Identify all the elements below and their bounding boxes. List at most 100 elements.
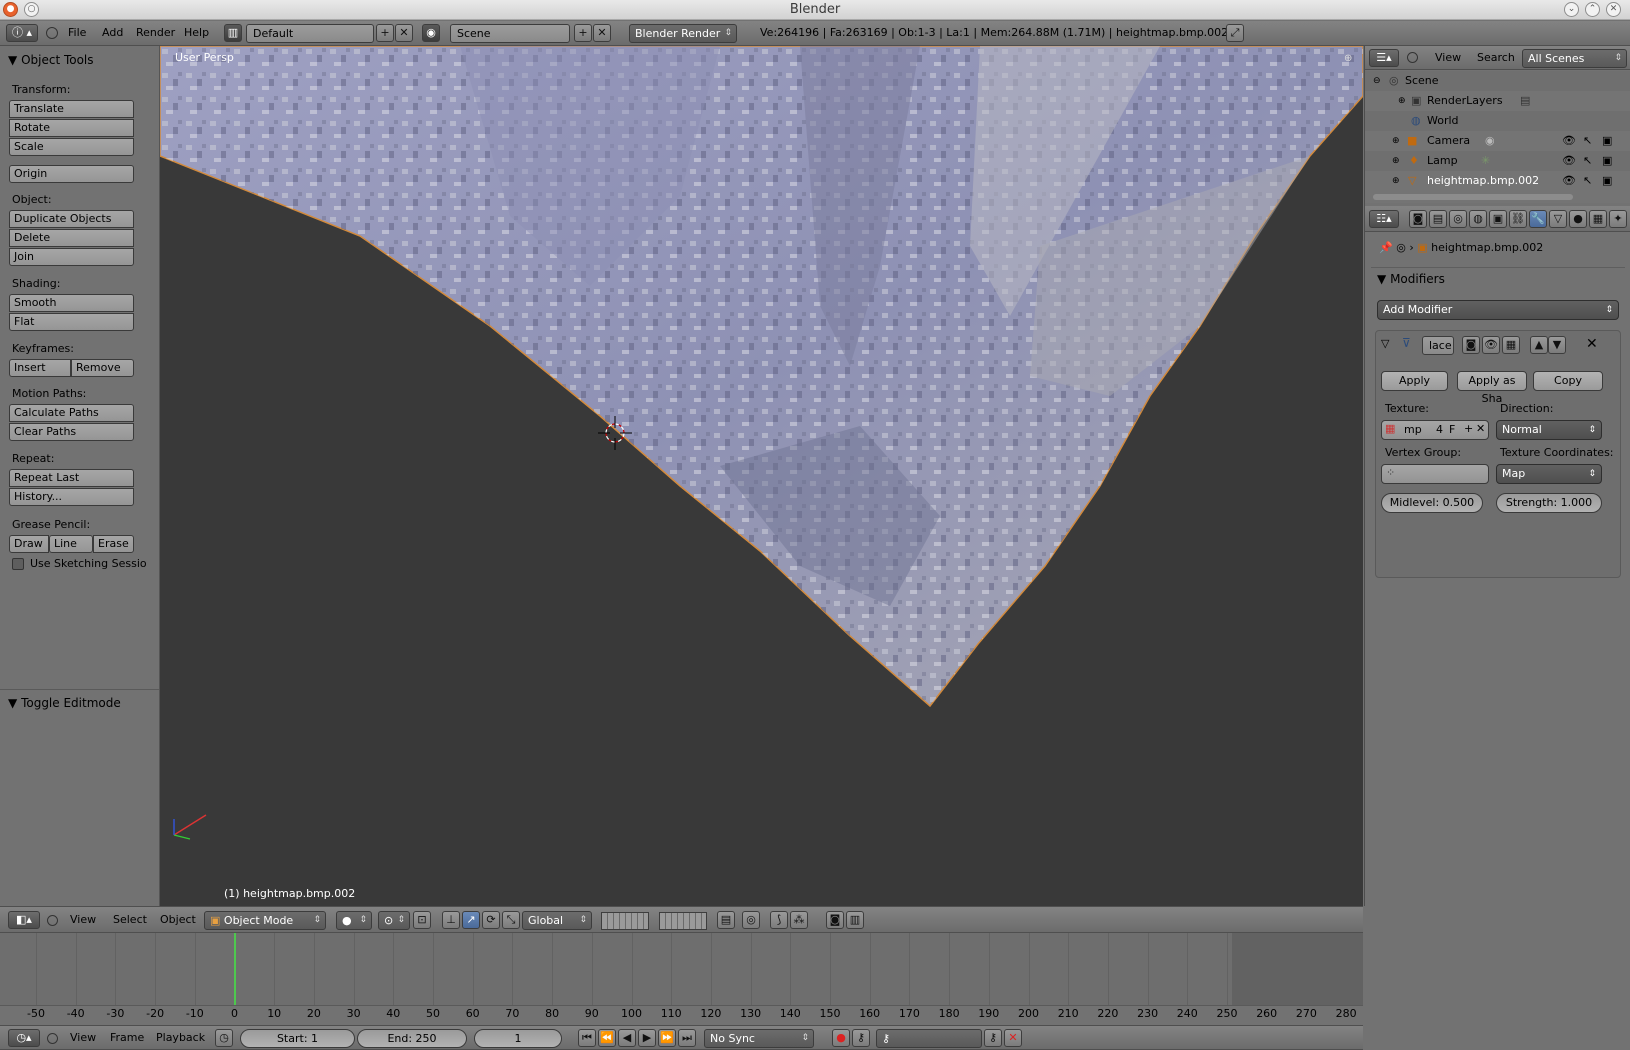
object-tab-icon[interactable]: ▣ <box>1489 210 1507 228</box>
unlink-texture-icon[interactable]: ✕ <box>1476 422 1485 435</box>
jump-end-icon[interactable]: ⏭ <box>678 1029 696 1047</box>
outliner-item-lamp[interactable]: ⊕ ♦ Lamp ✳ 👁 ↖ ▣ <box>1365 151 1630 171</box>
selectable-arrow-icon[interactable]: ↖ <box>1583 151 1592 171</box>
scene-tab-icon[interactable]: ◎ <box>1449 210 1467 228</box>
snap-element-icon[interactable]: ⁂ <box>790 911 808 929</box>
move-up-icon[interactable]: ▲ <box>1530 336 1548 354</box>
collapse-menus-icon[interactable] <box>46 27 58 39</box>
texture-selector[interactable]: ▦ mp 4 F + ✕ <box>1381 420 1489 440</box>
view3d-menu-view[interactable]: View <box>70 908 96 932</box>
pivot-point-dropdown[interactable]: ⊙ ⇕ <box>378 911 410 930</box>
flat-button[interactable]: Flat <box>9 313 134 331</box>
selectable-arrow-icon[interactable]: ↖ <box>1583 171 1592 191</box>
view3d-menu-select[interactable]: Select <box>113 908 147 932</box>
outliner-scrollbar[interactable] <box>1373 194 1573 200</box>
direction-dropdown[interactable]: Normal ⇕ <box>1496 420 1602 440</box>
expand-plus-icon[interactable]: ⊕ <box>1398 91 1406 111</box>
render-opengl-icon[interactable]: ◙ <box>826 911 844 929</box>
data-tab-icon[interactable]: ▽ <box>1549 210 1567 228</box>
translate-button[interactable]: Translate <box>9 100 134 118</box>
visibility-eye-icon[interactable]: 👁 <box>1562 151 1576 171</box>
insert-keyframe-button[interactable]: Insert <box>9 359 71 377</box>
editor-type-properties-icon[interactable]: ☷▴ <box>1369 210 1399 228</box>
remove-keyframe-button[interactable]: Remove <box>71 359 134 377</box>
remove-modifier-icon[interactable]: ✕ <box>1586 336 1598 352</box>
outliner-filter-dropdown[interactable]: All Scenes ⇕ <box>1522 49 1627 68</box>
vertex-group-field[interactable]: ⁘ <box>1381 464 1489 484</box>
toggle-editmode-panel-header[interactable]: ▼ Toggle Editmode <box>8 696 121 710</box>
translate-manipulator-icon[interactable]: ↗ <box>462 911 480 929</box>
modifier-realtime-icon[interactable]: 👁 <box>1482 336 1500 354</box>
end-frame-field[interactable]: End: 250 <box>357 1029 467 1048</box>
current-frame-field[interactable]: 1 <box>474 1029 562 1048</box>
selectable-arrow-icon[interactable]: ↖ <box>1583 131 1592 151</box>
3d-viewport[interactable]: User Persp ⊕ (1) heightmap.bmp.002 <box>160 46 1363 906</box>
viewport-corner-icon[interactable]: ⊕ <box>1344 53 1354 64</box>
grease-erase-button[interactable]: Erase <box>93 535 134 553</box>
outliner-menu-view[interactable]: View <box>1435 46 1461 70</box>
delete-keyframe-icon[interactable]: ✕ <box>1004 1029 1022 1047</box>
origin-button[interactable]: Origin <box>9 165 134 183</box>
outliner-menu-search[interactable]: Search <box>1477 46 1515 70</box>
sketching-session-checkbox[interactable] <box>12 558 24 570</box>
manipulate-center-icon[interactable]: ⊡ <box>413 911 431 929</box>
smooth-button[interactable]: Smooth <box>9 294 134 312</box>
apply-as-shape-button[interactable]: Apply as Sha <box>1457 371 1527 405</box>
expand-plus-icon[interactable]: ⊕ <box>1392 131 1400 151</box>
scene-layers-grid-b[interactable] <box>659 912 707 930</box>
manipulator-toggle-icon[interactable]: ⊥ <box>442 911 460 929</box>
window-menu-icon[interactable]: ○ <box>24 2 39 17</box>
maximize-icon[interactable]: ⌃ <box>1585 2 1600 17</box>
timeline-menu-frame[interactable]: Frame <box>110 1026 144 1050</box>
repeat-last-button[interactable]: Repeat Last <box>9 469 134 487</box>
rotate-manipulator-icon[interactable]: ⟳ <box>482 911 500 929</box>
collapse-menus-icon[interactable] <box>1407 52 1418 63</box>
renderable-camera-icon[interactable]: ▣ <box>1602 171 1612 191</box>
editor-type-3dview-icon[interactable]: ◧▴ <box>8 911 40 929</box>
add-scene-icon[interactable]: + <box>574 24 592 42</box>
add-layout-icon[interactable]: + <box>376 24 394 42</box>
modifiers-panel-header[interactable]: ▼ Modifiers <box>1377 272 1445 286</box>
current-frame-indicator[interactable] <box>234 933 236 1013</box>
visibility-eye-icon[interactable]: 👁 <box>1562 171 1576 191</box>
render-layers-tab-icon[interactable]: ▤ <box>1429 210 1447 228</box>
delete-scene-icon[interactable]: ✕ <box>593 24 611 42</box>
physics-tab-icon[interactable]: ✦ <box>1609 210 1627 228</box>
expand-minus-icon[interactable]: ⊖ <box>1373 71 1381 91</box>
modifier-render-icon[interactable]: ◙ <box>1462 336 1480 354</box>
prev-keyframe-icon[interactable]: ⏪ <box>598 1029 616 1047</box>
play-reverse-icon[interactable]: ◀ <box>618 1029 636 1047</box>
minimize-icon[interactable]: ⌄ <box>1564 2 1579 17</box>
scene-field[interactable]: Scene <box>450 24 570 43</box>
render-animation-icon[interactable]: ▥ <box>846 911 864 929</box>
scene-icon[interactable]: ◉ <box>422 24 440 42</box>
mode-dropdown[interactable]: ▣ Object Mode ⇕ <box>204 911 326 930</box>
screen-layout-field[interactable]: Default <box>246 24 374 43</box>
visibility-eye-icon[interactable]: 👁 <box>1562 131 1576 151</box>
rotate-button[interactable]: Rotate <box>9 119 134 137</box>
outliner-item-renderlayers[interactable]: ⊕ ▣ RenderLayers ▤ <box>1365 91 1630 111</box>
sync-mode-dropdown[interactable]: No Sync ⇕ <box>704 1029 814 1048</box>
outliner-item-scene[interactable]: ⊖ ◎ Scene <box>1365 71 1630 91</box>
timeline-area[interactable] <box>0 933 1363 1013</box>
next-keyframe-icon[interactable]: ⏩ <box>658 1029 676 1047</box>
editor-type-timeline-icon[interactable]: ◷▴ <box>8 1029 40 1047</box>
clear-paths-button[interactable]: Clear Paths <box>9 423 134 441</box>
scene-layers-grid-a[interactable] <box>601 912 649 930</box>
record-keyframes-icon[interactable]: ● <box>832 1029 850 1047</box>
fullscreen-icon[interactable]: ⤢ <box>1226 24 1244 42</box>
pin-icon[interactable]: 📌 <box>1379 241 1393 254</box>
render-engine-dropdown[interactable]: Blender Render ⇕ <box>629 24 737 43</box>
midlevel-slider[interactable]: Midlevel: 0.500 <box>1381 493 1483 513</box>
calculate-paths-button[interactable]: Calculate Paths <box>9 404 134 422</box>
modifiers-tab-icon[interactable]: 🔧 <box>1529 210 1547 228</box>
render-tab-icon[interactable]: ◙ <box>1409 210 1427 228</box>
transform-orientation-dropdown[interactable]: Global ⇕ <box>522 911 592 930</box>
lock-layers-icon[interactable]: ▤ <box>717 911 735 929</box>
start-frame-field[interactable]: Start: 1 <box>240 1029 355 1048</box>
texture-coordinates-dropdown[interactable]: Map ⇕ <box>1496 464 1602 484</box>
join-button[interactable]: Join <box>9 248 134 266</box>
proportional-edit-icon[interactable]: ◎ <box>742 911 760 929</box>
scale-button[interactable]: Scale <box>9 138 134 156</box>
texture-fake-user[interactable]: F <box>1449 423 1455 436</box>
